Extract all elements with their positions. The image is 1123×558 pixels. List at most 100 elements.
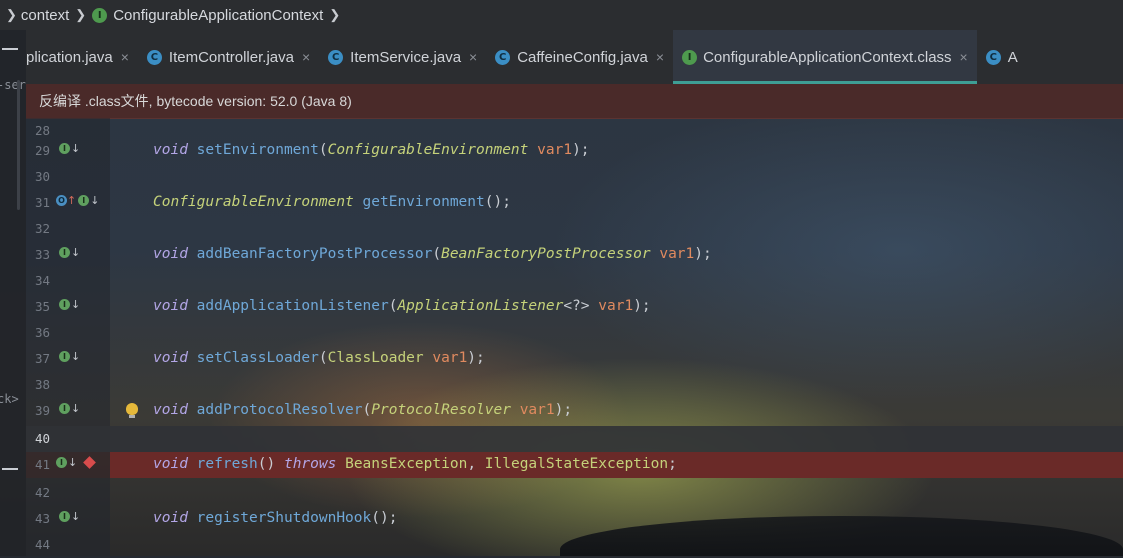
code-line[interactable]: 37 I ↓ void setClassLoader(ClassLoader v… xyxy=(26,346,1123,372)
code-line[interactable]: 30 xyxy=(26,164,1123,190)
c-class-icon: C xyxy=(985,49,1001,65)
line-number: 44 xyxy=(34,537,50,552)
project-tree-text: ck> xyxy=(0,392,19,406)
code-text[interactable]: void addProtocolResolver(ProtocolResolve… xyxy=(153,402,572,418)
breadcrumb: ❯ context ❯ I ConfigurableApplicationCon… xyxy=(0,0,1123,30)
code-text[interactable]: void registerShutdownHook(); xyxy=(153,510,397,526)
gutter-icons[interactable]: I ↓ xyxy=(59,246,80,259)
gutter-icons[interactable]: O ↑ I ↓ xyxy=(56,194,99,207)
editor-tabs: plication.java × C ItemController.java ×… xyxy=(26,30,1123,84)
line-number: 32 xyxy=(34,221,50,236)
code-line[interactable]: 35 I ↓ void addApplicationListener(Appli… xyxy=(26,294,1123,320)
method-breakpoint-icon[interactable] xyxy=(83,456,97,469)
down-arrow-icon: ↓ xyxy=(71,142,81,155)
down-arrow-icon: ↓ xyxy=(68,456,78,469)
line-number: 33 xyxy=(34,247,50,262)
down-arrow-icon: ↓ xyxy=(71,298,81,311)
down-arrow-icon: ↓ xyxy=(71,510,81,523)
close-icon[interactable]: × xyxy=(656,49,664,65)
tab-label: plication.java xyxy=(26,48,113,66)
implemented-icon[interactable]: I xyxy=(59,511,70,522)
tab-caffeineconfig[interactable]: C CaffeineConfig.java × xyxy=(486,30,673,84)
code-line[interactable]: 43 I ↓ void registerShutdownHook(); xyxy=(26,506,1123,532)
code-line[interactable]: 36 xyxy=(26,320,1123,346)
tab-label: ItemController.java xyxy=(168,48,294,66)
decompiled-banner: 反编译 .class文件, bytecode version: 52.0 (Ja… xyxy=(26,84,1123,119)
tab-label: ConfigurableApplicationContext.class xyxy=(703,48,952,66)
c-class-icon: C xyxy=(495,49,511,65)
code-editor[interactable]: 28 29 I ↓ void setEnvironment(Configurab… xyxy=(26,118,1123,556)
down-arrow-icon: ↓ xyxy=(71,402,81,415)
line-number: 38 xyxy=(34,377,50,392)
code-line[interactable]: 44 xyxy=(26,532,1123,558)
code-text[interactable]: void addApplicationListener(ApplicationL… xyxy=(153,298,651,314)
down-arrow-icon: ↓ xyxy=(71,246,81,259)
close-icon[interactable]: × xyxy=(121,49,129,65)
code-line[interactable]: 39 I ↓ void addProtocolResolver(Protocol… xyxy=(26,398,1123,424)
banner-text: 反编译 .class文件, bytecode version: 52.0 (Ja… xyxy=(39,93,352,109)
tab-label: A xyxy=(1007,48,1018,66)
close-icon[interactable]: × xyxy=(960,49,968,65)
implemented-icon[interactable]: I xyxy=(59,247,70,258)
code-text[interactable]: void setClassLoader(ClassLoader var1); xyxy=(153,350,485,366)
implemented-icon[interactable]: I xyxy=(59,299,70,310)
line-number: 36 xyxy=(34,325,50,340)
gutter-icons[interactable]: I ↓ xyxy=(59,142,80,155)
tab-application[interactable]: plication.java × xyxy=(26,30,138,84)
tab-itemcontroller[interactable]: C ItemController.java × xyxy=(138,30,319,84)
code-line[interactable]: 38 xyxy=(26,372,1123,398)
gutter-icons[interactable]: I ↓ xyxy=(59,402,80,415)
line-number: 30 xyxy=(34,169,50,184)
line-number: 29 xyxy=(34,143,50,158)
line-number: 28 xyxy=(34,123,50,138)
line-number: 43 xyxy=(34,511,50,526)
code-line[interactable]: 32 xyxy=(26,216,1123,242)
tab-overflow[interactable]: C A xyxy=(977,30,1027,84)
close-icon[interactable]: × xyxy=(302,49,310,65)
c-class-icon: C xyxy=(328,49,344,65)
gutter-icons[interactable]: I ↓ xyxy=(59,510,80,523)
chevron-right-icon: ❯ xyxy=(6,7,17,22)
tab-label: ItemService.java xyxy=(350,48,462,66)
tab-itemservice[interactable]: C ItemService.java × xyxy=(319,30,486,84)
code-line[interactable]: 42 xyxy=(26,480,1123,506)
close-icon[interactable]: × xyxy=(469,49,477,65)
current-line[interactable]: 40 xyxy=(26,426,1123,452)
lightbulb-icon[interactable] xyxy=(126,403,138,418)
code-text[interactable]: ConfigurableEnvironment getEnvironment()… xyxy=(153,194,511,210)
collapse-icon[interactable] xyxy=(2,48,18,50)
line-number: 42 xyxy=(34,485,50,500)
code-line[interactable]: 31 O ↑ I ↓ ConfigurableEnvironment getEn… xyxy=(26,190,1123,216)
scrollbar-thumb[interactable] xyxy=(17,80,20,210)
line-number: 40 xyxy=(34,431,50,446)
tab-configurableapplicationcontext[interactable]: I ConfigurableApplicationContext.class × xyxy=(673,30,977,84)
gutter-icons[interactable]: I ↓ xyxy=(56,456,97,469)
overrides-icon[interactable]: O xyxy=(56,195,67,206)
gutter-icons[interactable]: I ↓ xyxy=(59,350,80,363)
breakpoint-line[interactable]: 41 I ↓ void refresh() throws BeansExcept… xyxy=(26,452,1123,478)
line-number: 41 xyxy=(34,457,50,472)
implemented-icon[interactable]: I xyxy=(78,195,90,206)
project-tree-text: -ser xyxy=(0,78,26,92)
chevron-right-icon: ❯ xyxy=(329,7,341,22)
collapse-icon[interactable] xyxy=(2,468,18,470)
code-line[interactable]: 33 I ↓ void addBeanFactoryPostProcessor(… xyxy=(26,242,1123,268)
down-arrow-icon: ↓ xyxy=(90,194,100,207)
implemented-icon[interactable]: I xyxy=(59,403,70,414)
line-number: 31 xyxy=(34,195,50,210)
down-arrow-icon: ↓ xyxy=(71,350,81,363)
implemented-icon[interactable]: I xyxy=(59,351,70,362)
code-text[interactable]: void addBeanFactoryPostProcessor(BeanFac… xyxy=(153,246,712,262)
line-number: 34 xyxy=(34,273,50,288)
line-number: 37 xyxy=(34,351,50,366)
gutter-icons[interactable]: I ↓ xyxy=(59,298,80,311)
implemented-icon[interactable]: I xyxy=(59,143,70,154)
breadcrumb-item-class[interactable]: ConfigurableApplicationContext xyxy=(113,7,323,24)
implemented-icon[interactable]: I xyxy=(56,457,67,468)
breadcrumb-item-context[interactable]: context xyxy=(21,7,69,24)
code-text[interactable]: void setEnvironment(ConfigurableEnvironm… xyxy=(153,142,590,158)
line-number: 35 xyxy=(34,299,50,314)
code-line[interactable]: 29 I ↓ void setEnvironment(ConfigurableE… xyxy=(26,138,1123,164)
code-text[interactable]: void refresh() throws BeansException, Il… xyxy=(153,456,677,472)
code-line[interactable]: 34 xyxy=(26,268,1123,294)
